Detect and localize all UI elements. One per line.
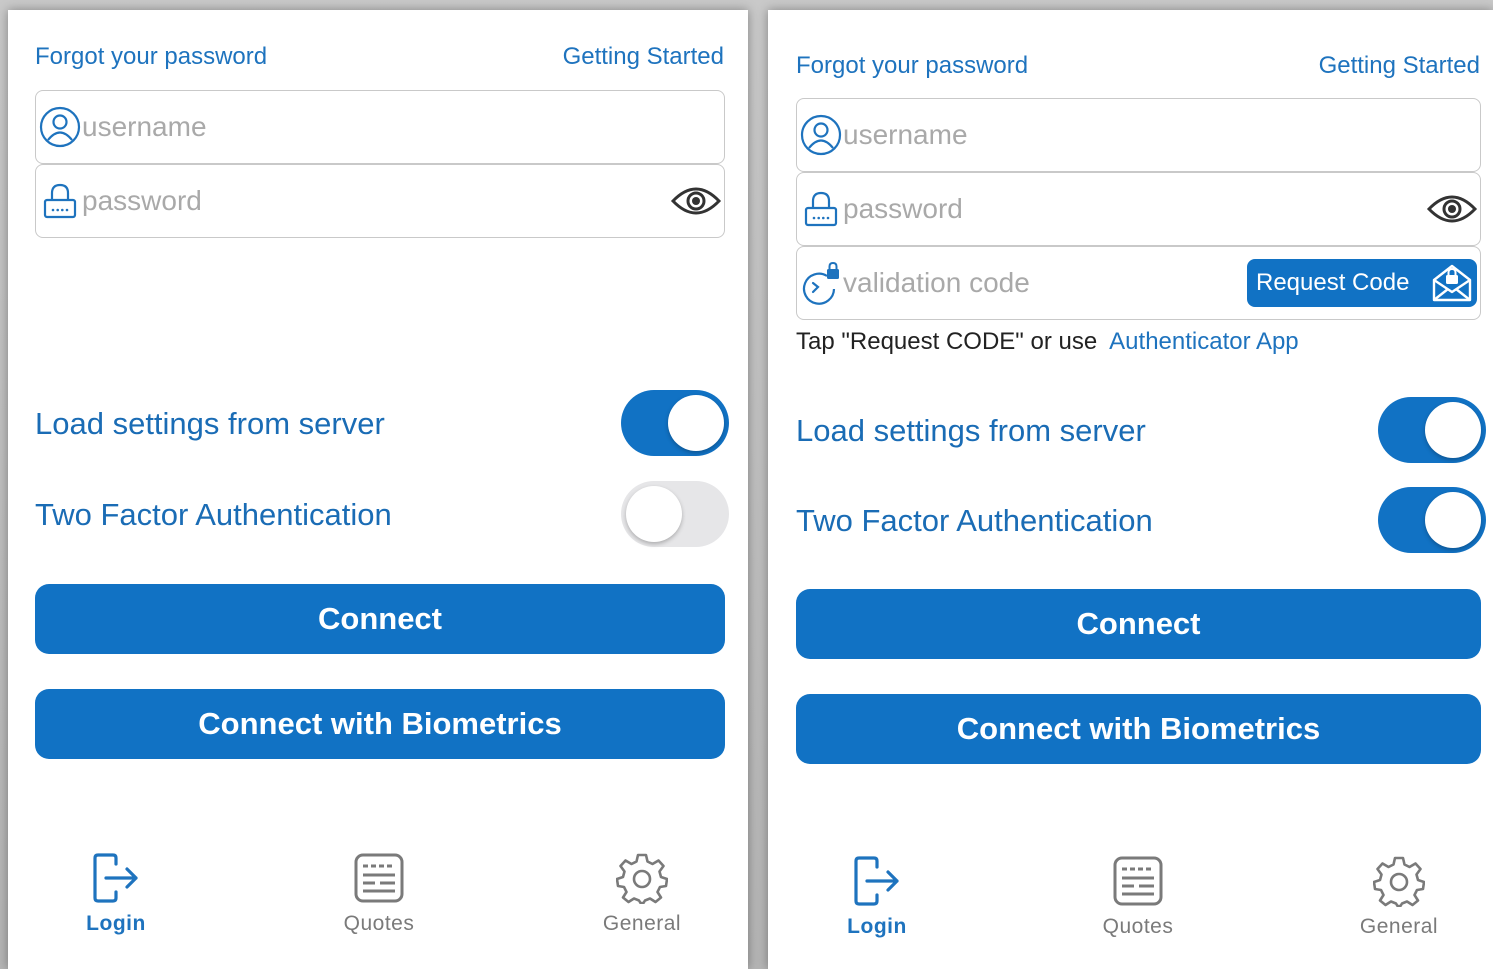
quotes-icon [354,853,404,903]
load-settings-toggle[interactable] [621,390,729,456]
getting-started-link[interactable]: Getting Started [563,43,724,71]
username-input[interactable] [82,91,642,163]
connect-biometrics-button[interactable]: Connect with Biometrics [796,694,1481,764]
toggle-knob [1425,402,1481,458]
show-password-eye-icon[interactable] [1426,191,1478,227]
validation-code-field: Request Code [796,246,1481,320]
lock-icon [804,191,838,227]
request-code-label: Request Code [1256,269,1410,296]
two-factor-toggle[interactable] [621,481,729,547]
load-settings-label: Load settings from server [796,413,1146,448]
clock-lock-icon [802,261,839,305]
two-factor-label: Two Factor Authentication [35,497,392,532]
toggle-knob [668,395,724,451]
envelope-lock-icon [1432,264,1472,302]
connect-button[interactable]: Connect [35,584,725,654]
connect-biometrics-button[interactable]: Connect with Biometrics [35,689,725,759]
login-icon [854,856,899,906]
user-icon [800,114,842,156]
forgot-password-link[interactable]: Forgot your password [796,52,1028,80]
tab-login-label: Login [86,912,146,935]
show-password-eye-icon[interactable] [670,183,722,219]
login-screen-two-factor: Forgot your password Getting Started use… [768,10,1493,969]
tab-general-label: General [1359,915,1439,938]
forgot-password-link[interactable]: Forgot your password [35,43,267,71]
user-icon [39,106,81,148]
hint-text: Tap "Request CODE" or use [796,328,1098,355]
toggle-knob [1425,492,1481,548]
request-code-button[interactable]: Request Code [1247,259,1477,307]
tab-quotes[interactable]: Quotes [1063,855,1213,939]
two-factor-hint: Tap "Request CODE" or use Authenticator A… [796,328,1299,356]
connect-button[interactable]: Connect [796,589,1481,659]
getting-started-link[interactable]: Getting Started [1319,52,1480,80]
username-field [35,90,725,164]
username-field [796,98,1481,172]
lock-icon [43,183,77,219]
tab-general[interactable]: General [1324,855,1474,939]
toggle-knob [626,486,682,542]
two-factor-label: Two Factor Authentication [796,503,1153,538]
tab-login[interactable]: Login [802,855,952,939]
tab-login-label: Login [847,915,907,938]
authenticator-app-link[interactable]: Authenticator App [1109,328,1298,355]
password-input[interactable] [82,165,642,237]
gear-icon [1373,856,1425,907]
tab-general[interactable]: General [567,852,717,936]
load-settings-label: Load settings from server [35,406,385,441]
tab-quotes[interactable]: Quotes [304,852,454,936]
login-screen-basic: Forgot your password Getting Started Loa… [8,10,748,969]
tab-general-label: General [602,912,682,935]
password-field [35,164,725,238]
tab-quotes-label: Quotes [343,912,415,935]
password-field [796,172,1481,246]
login-icon [93,853,138,903]
username-input[interactable] [843,99,1403,171]
load-settings-toggle[interactable] [1378,397,1486,463]
gear-icon [616,853,668,904]
tab-login[interactable]: Login [41,852,191,936]
quotes-icon [1113,856,1163,906]
two-factor-toggle[interactable] [1378,487,1486,553]
password-input[interactable] [843,173,1403,245]
tab-quotes-label: Quotes [1102,915,1174,938]
